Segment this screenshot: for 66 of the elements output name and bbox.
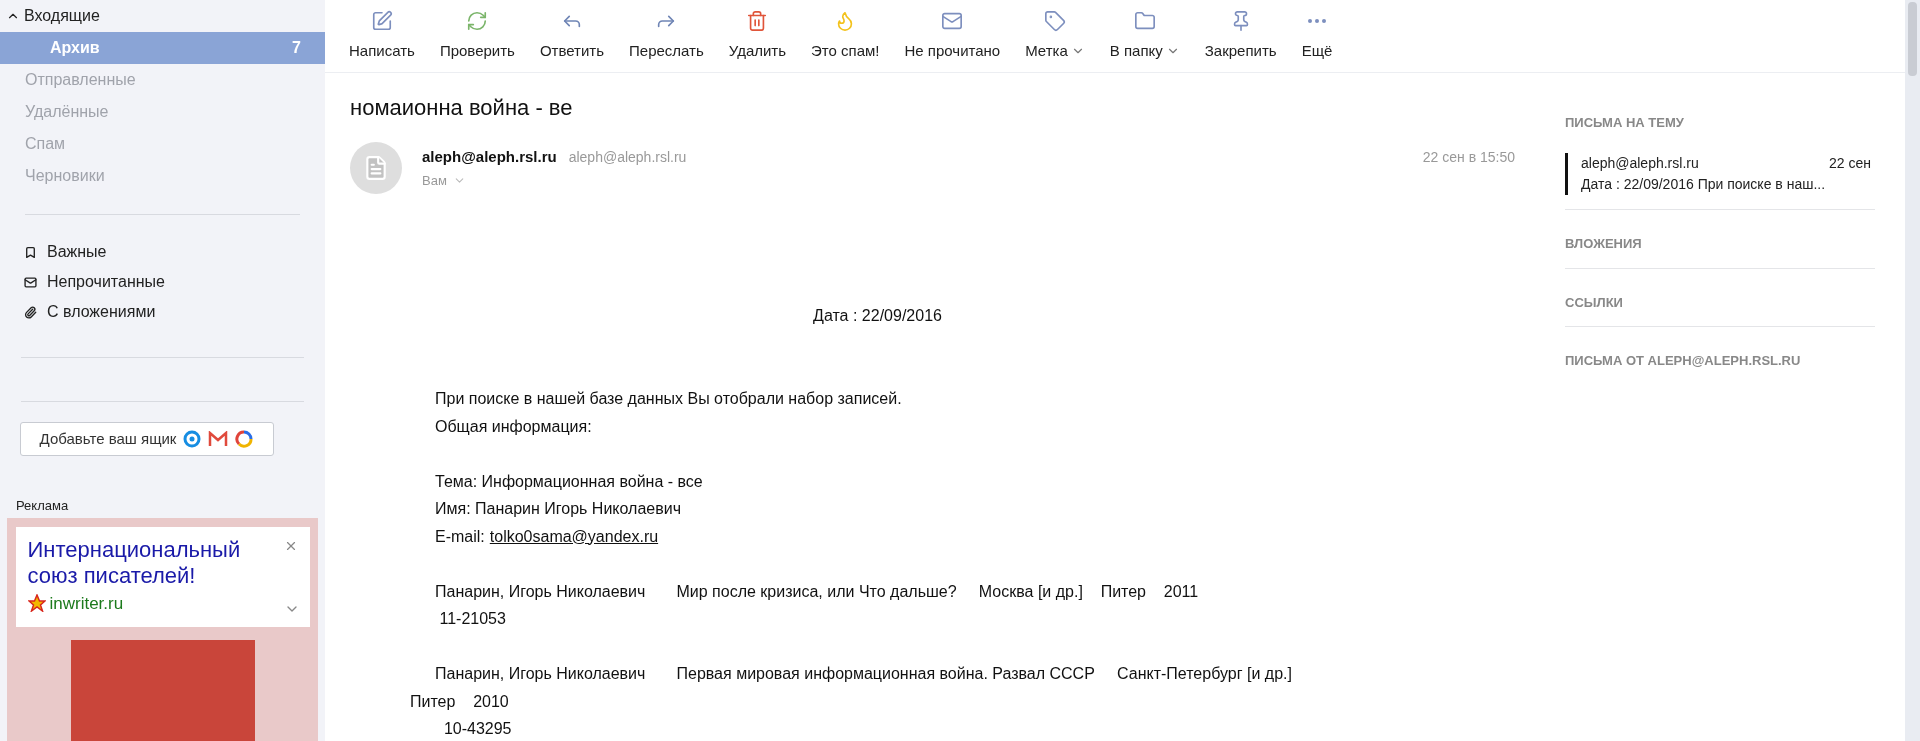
section-heading[interactable]: ПИСЬМА НА ТЕМУ [1565, 113, 1875, 137]
toolbar-button[interactable]: Не прочитано [902, 9, 1003, 63]
ad-label: Реклама [16, 497, 70, 515]
body-line: Тема: Информационная война - все [434, 471, 704, 492]
toolbar-button[interactable]: В папку [1107, 9, 1182, 63]
mail-logo-icon [182, 429, 203, 449]
body-line: 10-43295 [442, 719, 513, 739]
toolbar-button[interactable]: Переслать [627, 9, 706, 63]
ring-logo-icon [234, 429, 255, 449]
toolbar-button[interactable]: Ещё [1299, 9, 1335, 63]
thread-date: 22 сен [1829, 154, 1871, 173]
toolbar-button[interactable]: Закрепить [1202, 9, 1279, 63]
body-line: E-mail: [435, 526, 485, 547]
ad-banner[interactable]: Интернациональный союз писателей! inwriter.ru [7, 517, 318, 741]
folder-label: Архив [50, 38, 100, 58]
tag-icon [1044, 9, 1066, 32]
filter-item[interactable]: Важные [0, 237, 325, 267]
body-line: Дата : 22/09/2016 [812, 306, 943, 326]
toolbar-button[interactable]: Метка [1023, 9, 1087, 63]
section-heading[interactable]: ССЫЛКИ [1565, 292, 1875, 312]
star-logo-icon [27, 594, 46, 613]
paperclip-icon [24, 305, 37, 319]
ad-card[interactable]: Интернациональный союз писателей! inwriter.ru [15, 526, 310, 627]
section-heading[interactable]: ПИСЬМА ОТ ALEPH@ALEPH.RSL.RU [1565, 351, 1875, 371]
section-heading[interactable]: ВЛОЖЕНИЯ [1565, 234, 1875, 254]
folder-label: Удалённые [25, 102, 109, 122]
message-subject: номаионна война - ве [350, 94, 574, 122]
inbox-label: Входящие [24, 6, 100, 26]
body-line: При поиске в нашей базе данных Вы отобрали набор записей. [434, 389, 903, 409]
inbox-folder[interactable]: Входящие [0, 0, 325, 32]
refresh-icon [466, 9, 489, 32]
document-icon [363, 155, 389, 181]
toolbar-button[interactable]: Ответить [537, 9, 606, 63]
unread-count: 7 [292, 38, 301, 58]
body-line: Панарин, Игорь Николаевич Первая мировая информационная война. Развал СССР Санкт-Петербург [и др.] [434, 664, 1293, 684]
body-line: Панарин, Игорь Николаевич Мир после кризиса, или Что дальше? Москва [и др.] Питер 2011 [434, 581, 1200, 602]
body-line: 11-21053 [438, 609, 507, 629]
add-mailbox-button[interactable]: Добавьте ваш ящик [20, 422, 274, 456]
toolbar-button[interactable]: Написать [347, 9, 417, 63]
email-link[interactable]: tolko0sama@yandex.ru [489, 522, 659, 550]
toolbar-button[interactable]: Проверить [437, 9, 517, 63]
ad-title[interactable]: Интернациональный союз писателей! [27, 536, 268, 589]
filter-item[interactable]: С вложениями [0, 297, 325, 327]
trash-icon [746, 9, 769, 32]
body-line: Питер 2010 [409, 691, 510, 712]
filter-item[interactable]: Непрочитанные [0, 267, 325, 297]
message-date: 22 сен в 15:50 [1422, 148, 1515, 167]
sender-name[interactable]: aleph@aleph.rsl.ru [422, 146, 557, 169]
bookmark-icon [24, 245, 37, 259]
toolbar-button[interactable]: Удалить [726, 9, 789, 63]
folder-label: Отправленные [25, 70, 136, 90]
folder-label: Черновики [25, 166, 105, 186]
ad-domain[interactable]: inwriter.ru [49, 590, 124, 616]
toolbar-button[interactable]: Это спам! [809, 9, 882, 63]
pen-square-icon [370, 9, 393, 32]
body-line: Общая информация: [434, 416, 593, 437]
folder-icon [1133, 9, 1156, 32]
more-icon [1308, 18, 1326, 23]
folder-label: Спам [25, 134, 66, 154]
m-logo-icon [208, 431, 229, 447]
thread-sender: aleph@aleph.rsl.ru [1581, 154, 1699, 173]
body-line: Имя: Панарин Игорь Николаевич [434, 499, 682, 519]
envelope-icon [24, 275, 37, 289]
scrollbar[interactable] [1905, 0, 1920, 741]
thread-snippet: Дата : 22/09/2016 При поиске в наш... [1581, 175, 1827, 194]
thread-item[interactable]: aleph@aleph.rsl.ru 22 сен Дата : 22/09/2016 При поиске в наш... [1565, 153, 1875, 195]
